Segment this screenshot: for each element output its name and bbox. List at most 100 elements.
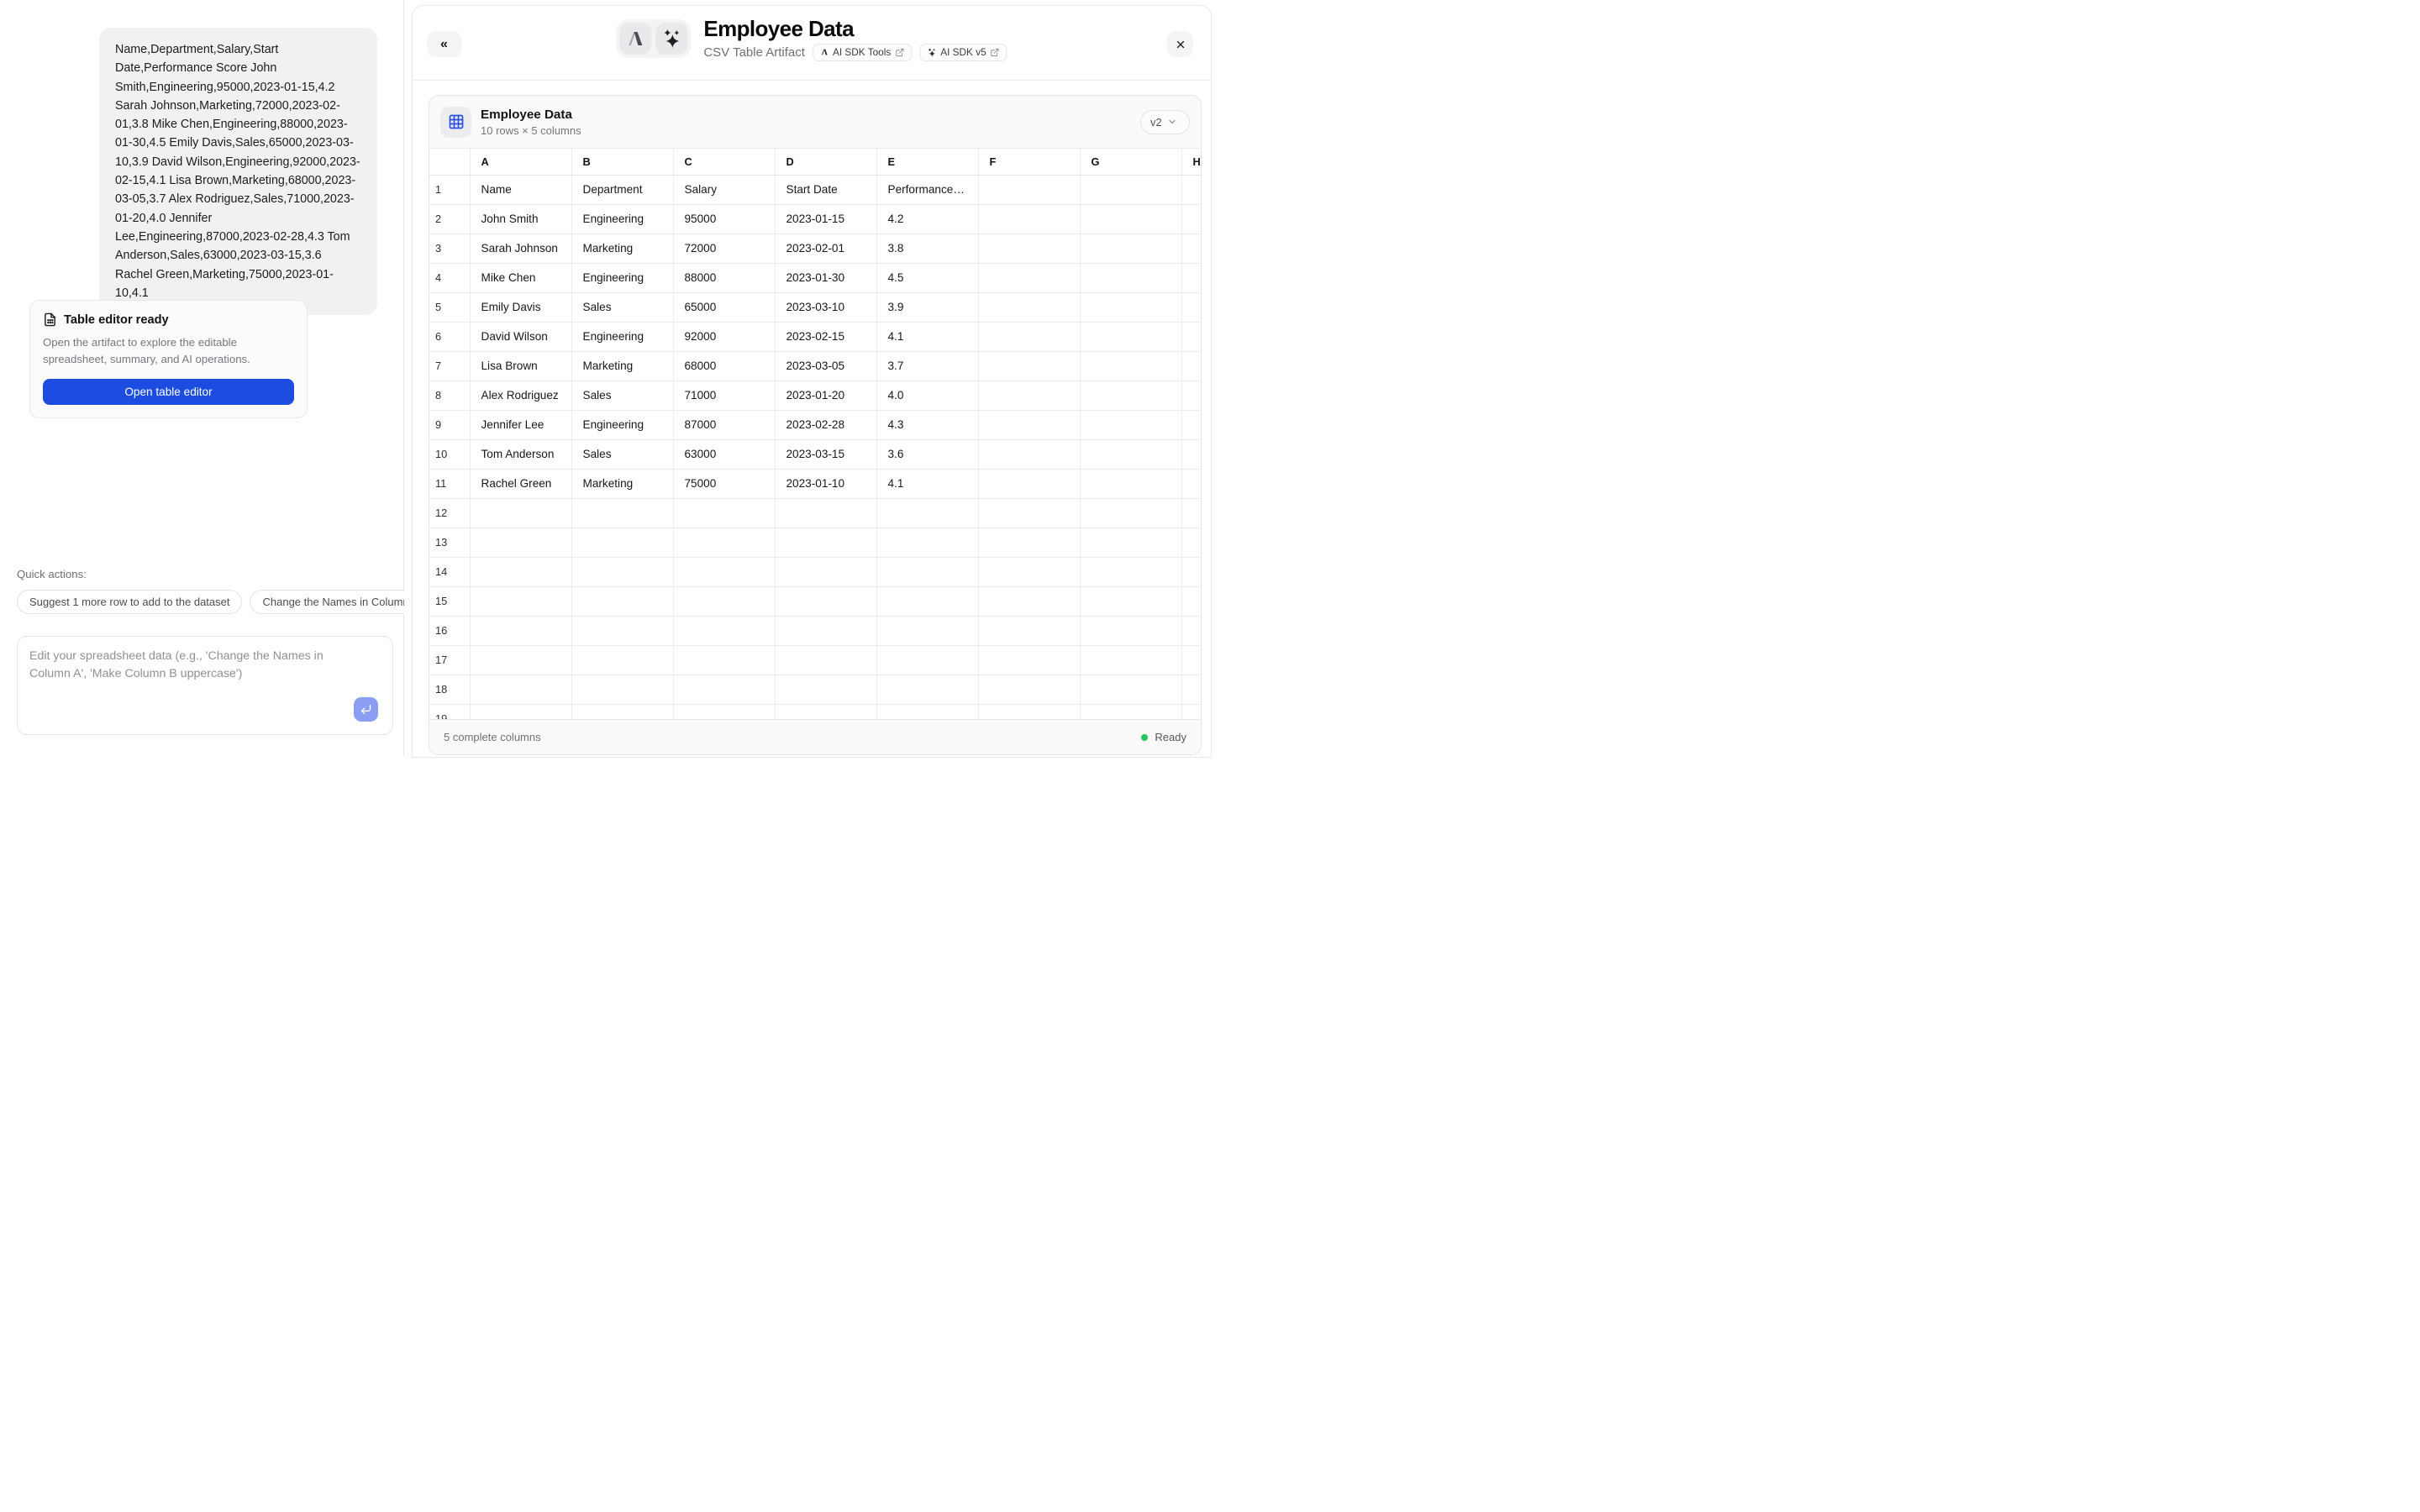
cell-G12[interactable] — [1080, 498, 1181, 528]
cell-A18[interactable] — [470, 675, 571, 704]
cell-H10[interactable] — [1181, 439, 1201, 469]
cell-C13[interactable] — [673, 528, 775, 557]
column-header-C[interactable]: C — [673, 149, 775, 175]
cell-A17[interactable] — [470, 645, 571, 675]
cell-D9[interactable]: 2023-02-28 — [775, 410, 876, 439]
column-header-E[interactable]: E — [876, 149, 978, 175]
cell-C8[interactable]: 71000 — [673, 381, 775, 410]
cell-E10[interactable]: 3.6 — [876, 439, 978, 469]
cell-G1[interactable] — [1080, 175, 1181, 204]
cell-A4[interactable]: Mike Chen — [470, 263, 571, 292]
row-header-6[interactable]: 6 — [429, 322, 470, 351]
cell-H5[interactable] — [1181, 292, 1201, 322]
cell-E13[interactable] — [876, 528, 978, 557]
cell-G19[interactable] — [1080, 704, 1181, 719]
cell-C10[interactable]: 63000 — [673, 439, 775, 469]
cell-H1[interactable] — [1181, 175, 1201, 204]
cell-C16[interactable] — [673, 616, 775, 645]
cell-F13[interactable] — [978, 528, 1080, 557]
cell-D15[interactable] — [775, 586, 876, 616]
cell-G2[interactable] — [1080, 204, 1181, 234]
cell-F14[interactable] — [978, 557, 1080, 586]
badge-ai-sdk-v5[interactable]: AI SDK v5 — [919, 44, 1007, 61]
cell-H8[interactable] — [1181, 381, 1201, 410]
cell-C3[interactable]: 72000 — [673, 234, 775, 263]
open-table-editor-button[interactable]: Open table editor — [43, 379, 294, 405]
cell-E5[interactable]: 3.9 — [876, 292, 978, 322]
cell-C12[interactable] — [673, 498, 775, 528]
quick-action-change-names-button[interactable]: Change the Names in Column A — [250, 590, 404, 614]
submit-button[interactable] — [354, 697, 378, 722]
cell-B8[interactable]: Sales — [571, 381, 673, 410]
cell-E2[interactable]: 4.2 — [876, 204, 978, 234]
cell-A6[interactable]: David Wilson — [470, 322, 571, 351]
cell-F9[interactable] — [978, 410, 1080, 439]
cell-A10[interactable]: Tom Anderson — [470, 439, 571, 469]
row-header-7[interactable]: 7 — [429, 351, 470, 381]
cell-H9[interactable] — [1181, 410, 1201, 439]
cell-A9[interactable]: Jennifer Lee — [470, 410, 571, 439]
badge-ai-sdk-tools[interactable]: AI SDK Tools — [813, 44, 912, 61]
cell-D5[interactable]: 2023-03-10 — [775, 292, 876, 322]
cell-B17[interactable] — [571, 645, 673, 675]
row-header-9[interactable]: 9 — [429, 410, 470, 439]
cell-C14[interactable] — [673, 557, 775, 586]
row-header-2[interactable]: 2 — [429, 204, 470, 234]
cell-B15[interactable] — [571, 586, 673, 616]
cell-H15[interactable] — [1181, 586, 1201, 616]
cell-B3[interactable]: Marketing — [571, 234, 673, 263]
cell-E18[interactable] — [876, 675, 978, 704]
column-header-G[interactable]: G — [1080, 149, 1181, 175]
cell-F19[interactable] — [978, 704, 1080, 719]
cell-H13[interactable] — [1181, 528, 1201, 557]
cell-A5[interactable]: Emily Davis — [470, 292, 571, 322]
cell-E4[interactable]: 4.5 — [876, 263, 978, 292]
cell-A11[interactable]: Rachel Green — [470, 469, 571, 498]
cell-B13[interactable] — [571, 528, 673, 557]
cell-C7[interactable]: 68000 — [673, 351, 775, 381]
cell-F16[interactable] — [978, 616, 1080, 645]
cell-D16[interactable] — [775, 616, 876, 645]
row-header-10[interactable]: 10 — [429, 439, 470, 469]
cell-G13[interactable] — [1080, 528, 1181, 557]
cell-E9[interactable]: 4.3 — [876, 410, 978, 439]
cell-H7[interactable] — [1181, 351, 1201, 381]
cell-F8[interactable] — [978, 381, 1080, 410]
column-header-A[interactable]: A — [470, 149, 571, 175]
cell-G7[interactable] — [1080, 351, 1181, 381]
cell-E12[interactable] — [876, 498, 978, 528]
row-header-18[interactable]: 18 — [429, 675, 470, 704]
cell-F18[interactable] — [978, 675, 1080, 704]
column-header-H[interactable]: H — [1181, 149, 1201, 175]
cell-F3[interactable] — [978, 234, 1080, 263]
cell-F6[interactable] — [978, 322, 1080, 351]
quick-action-suggest-row-button[interactable]: Suggest 1 more row to add to the dataset — [17, 590, 242, 614]
cell-F4[interactable] — [978, 263, 1080, 292]
cell-H4[interactable] — [1181, 263, 1201, 292]
column-header-F[interactable]: F — [978, 149, 1080, 175]
cell-F15[interactable] — [978, 586, 1080, 616]
cell-G11[interactable] — [1080, 469, 1181, 498]
cell-B6[interactable]: Engineering — [571, 322, 673, 351]
row-header-5[interactable]: 5 — [429, 292, 470, 322]
cell-E11[interactable]: 4.1 — [876, 469, 978, 498]
cell-A19[interactable] — [470, 704, 571, 719]
cell-C9[interactable]: 87000 — [673, 410, 775, 439]
cell-C15[interactable] — [673, 586, 775, 616]
cell-B1[interactable]: Department — [571, 175, 673, 204]
cell-C4[interactable]: 88000 — [673, 263, 775, 292]
version-select[interactable]: v2 — [1140, 110, 1190, 134]
row-header-3[interactable]: 3 — [429, 234, 470, 263]
cell-D3[interactable]: 2023-02-01 — [775, 234, 876, 263]
row-header-13[interactable]: 13 — [429, 528, 470, 557]
cell-D10[interactable]: 2023-03-15 — [775, 439, 876, 469]
cell-H14[interactable] — [1181, 557, 1201, 586]
row-header-4[interactable]: 4 — [429, 263, 470, 292]
cell-A15[interactable] — [470, 586, 571, 616]
cell-D1[interactable]: Start Date — [775, 175, 876, 204]
cell-A16[interactable] — [470, 616, 571, 645]
cell-F17[interactable] — [978, 645, 1080, 675]
row-header-14[interactable]: 14 — [429, 557, 470, 586]
cell-B7[interactable]: Marketing — [571, 351, 673, 381]
cell-C1[interactable]: Salary — [673, 175, 775, 204]
